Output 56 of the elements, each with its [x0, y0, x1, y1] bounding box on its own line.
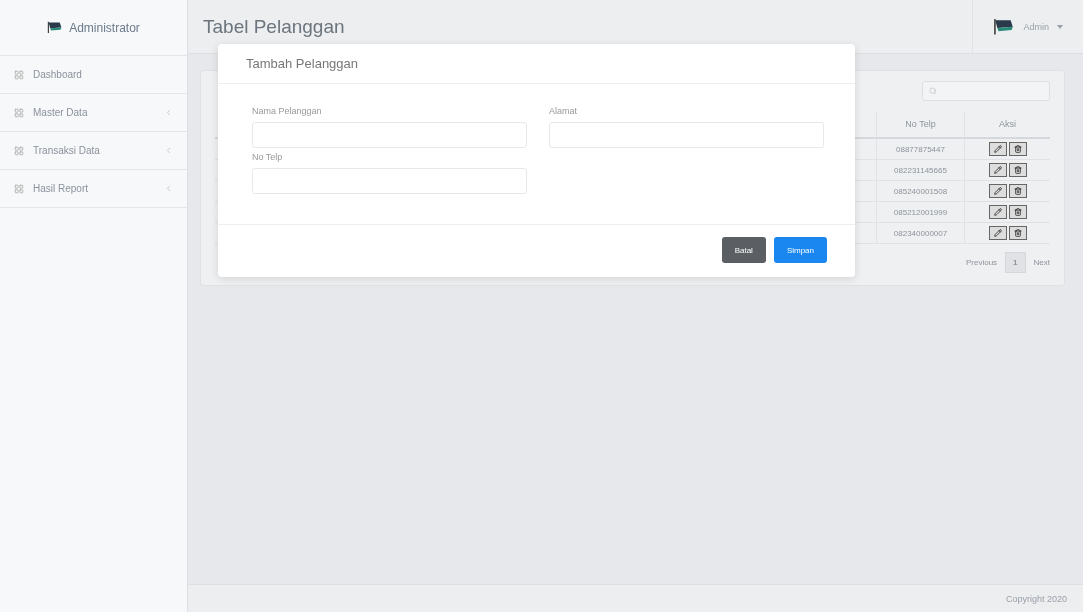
- table-cell: 082340000007: [876, 223, 964, 244]
- next-link[interactable]: Next: [1033, 258, 1050, 267]
- table-cell: 08877875447: [876, 139, 964, 160]
- table-cell: 082231145665: [876, 160, 964, 181]
- cancel-button[interactable]: Batal: [721, 237, 766, 263]
- delete-button[interactable]: [1008, 226, 1027, 240]
- brand-name: Administrator: [69, 20, 140, 35]
- pencil-icon: [993, 229, 1002, 237]
- edit-button[interactable]: [988, 184, 1007, 198]
- search-field[interactable]: [922, 81, 1050, 101]
- column-header[interactable]: Aksi: [964, 111, 1050, 139]
- pencil-icon: [993, 208, 1002, 216]
- trash-icon: [1013, 187, 1022, 195]
- copyright-text: Copyright 2020: [1005, 593, 1067, 604]
- input-field[interactable]: [252, 168, 527, 194]
- trash-icon: [1013, 208, 1022, 216]
- grid-icon: [14, 183, 24, 194]
- search-icon: [929, 87, 937, 95]
- table-cell: 085240001508: [876, 181, 964, 202]
- trash-icon: [1013, 145, 1022, 153]
- sidebar-item[interactable]: Master Data: [0, 94, 187, 132]
- table-cell: 085212001999: [876, 202, 964, 223]
- previous-link[interactable]: Previous: [965, 258, 998, 267]
- delete-button[interactable]: [1008, 142, 1027, 156]
- modal-title: Tambah Pelanggan: [246, 56, 359, 71]
- field-label: No Telp: [252, 152, 284, 162]
- delete-button[interactable]: [1008, 184, 1027, 198]
- pencil-icon: [993, 166, 1002, 174]
- grid-icon: [14, 145, 24, 156]
- user-menu[interactable]: Admin: [972, 0, 1083, 54]
- edit-button[interactable]: [988, 205, 1007, 219]
- flag-logo-icon: [993, 17, 1016, 36]
- flag-logo-icon: [47, 21, 64, 34]
- pencil-icon: [993, 187, 1002, 195]
- caret-icon: [1057, 24, 1063, 29]
- sidebar-item[interactable]: Transaksi Data: [0, 132, 187, 170]
- page-link[interactable]: 1: [1005, 252, 1026, 273]
- page-title: Tabel Pelanggan: [203, 15, 345, 38]
- trash-icon: [1013, 166, 1022, 174]
- sidebar-item[interactable]: Dashboard: [0, 56, 187, 94]
- delete-button[interactable]: [1008, 163, 1027, 177]
- field-label: Nama Pelanggan: [252, 106, 323, 116]
- column-header[interactable]: No Telp: [876, 111, 964, 139]
- input-field[interactable]: [252, 122, 527, 148]
- delete-button[interactable]: [1008, 205, 1027, 219]
- field-label: Alamat: [549, 106, 578, 116]
- grid-icon: [14, 107, 24, 118]
- input-field[interactable]: [549, 122, 824, 148]
- edit-button[interactable]: [988, 163, 1007, 177]
- grid-icon: [14, 69, 24, 80]
- sidebar-item[interactable]: Hasil Report: [0, 170, 187, 208]
- edit-button[interactable]: [988, 142, 1007, 156]
- save-button[interactable]: Simpan: [773, 237, 827, 263]
- edit-button[interactable]: [988, 226, 1007, 240]
- pencil-icon: [993, 145, 1002, 153]
- trash-icon: [1013, 229, 1022, 237]
